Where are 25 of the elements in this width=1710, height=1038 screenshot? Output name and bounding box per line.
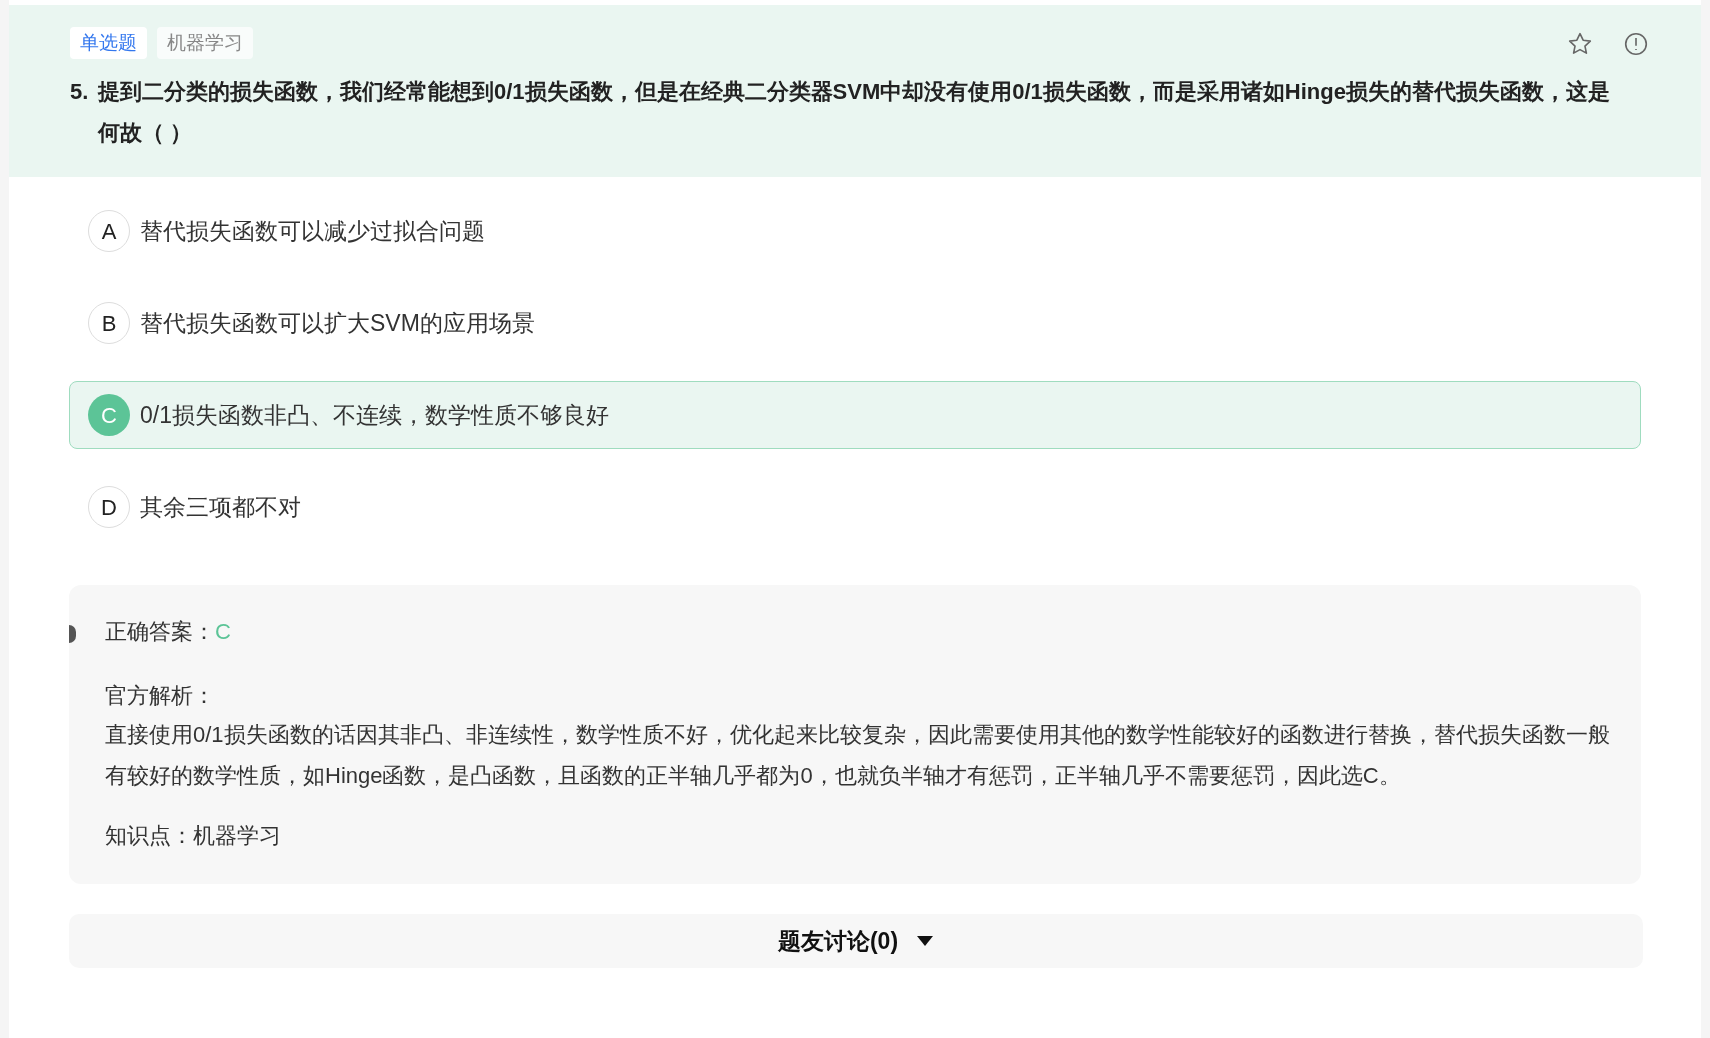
answer-value: C [215,618,231,646]
star-icon[interactable] [1567,31,1593,57]
discussion-toggle[interactable]: 题友讨论(0) [69,914,1643,968]
option[interactable]: D 其余三项都不对 [69,473,1641,541]
answer-label: 正确答案： [105,618,215,646]
option-text: 其余三项都不对 [140,492,301,522]
option-letter: B [88,302,130,344]
knowledge-point: 知识点：机器学习 [105,822,282,850]
analysis-label: 官方解析： [105,682,216,710]
tag: 单选题 [70,27,147,59]
option-text: 替代损失函数可以扩大SVM的应用场景 [140,308,535,338]
analysis-text: 直接使用0/1损失函数的话因其非凸、非连续性，数学性质不好，优化起来比较复杂，因此需要使用其他的数学性能较好的函数进行替换，替代损失函数一般有较好的数学性质，如Hinge函数，是凸函数，且函数的正半轴几乎都为0，也就负半轴才有惩罚，正半轴几乎不需要惩罚，因此选C。 [105,721,1611,790]
option-letter: D [88,486,130,528]
option-letter: A [88,210,130,252]
option[interactable]: A 替代损失函数可以减少过拟合问题 [69,197,1641,265]
marker-icon [69,625,76,643]
option[interactable]: B 替代损失函数可以扩大SVM的应用场景 [69,289,1641,357]
option-letter: C [88,394,130,436]
option-text: 0/1损失函数非凸、不连续，数学性质不够良好 [140,400,609,430]
tag: 机器学习 [157,27,253,59]
info-icon[interactable] [1623,31,1649,57]
option-text: 替代损失函数可以减少过拟合问题 [140,216,485,246]
question-text: 提到二分类的损失函数，我们经常能想到0/1损失函数，但是在经典二分类器SVM中却没有使用0/1损失函数，而是采用诸如Hinge损失的替代损失函数，这是何故（ ） [98,78,1611,147]
question-number: 5. [70,78,90,106]
option[interactable]: C 0/1损失函数非凸、不连续，数学性质不够良好 [69,381,1641,449]
